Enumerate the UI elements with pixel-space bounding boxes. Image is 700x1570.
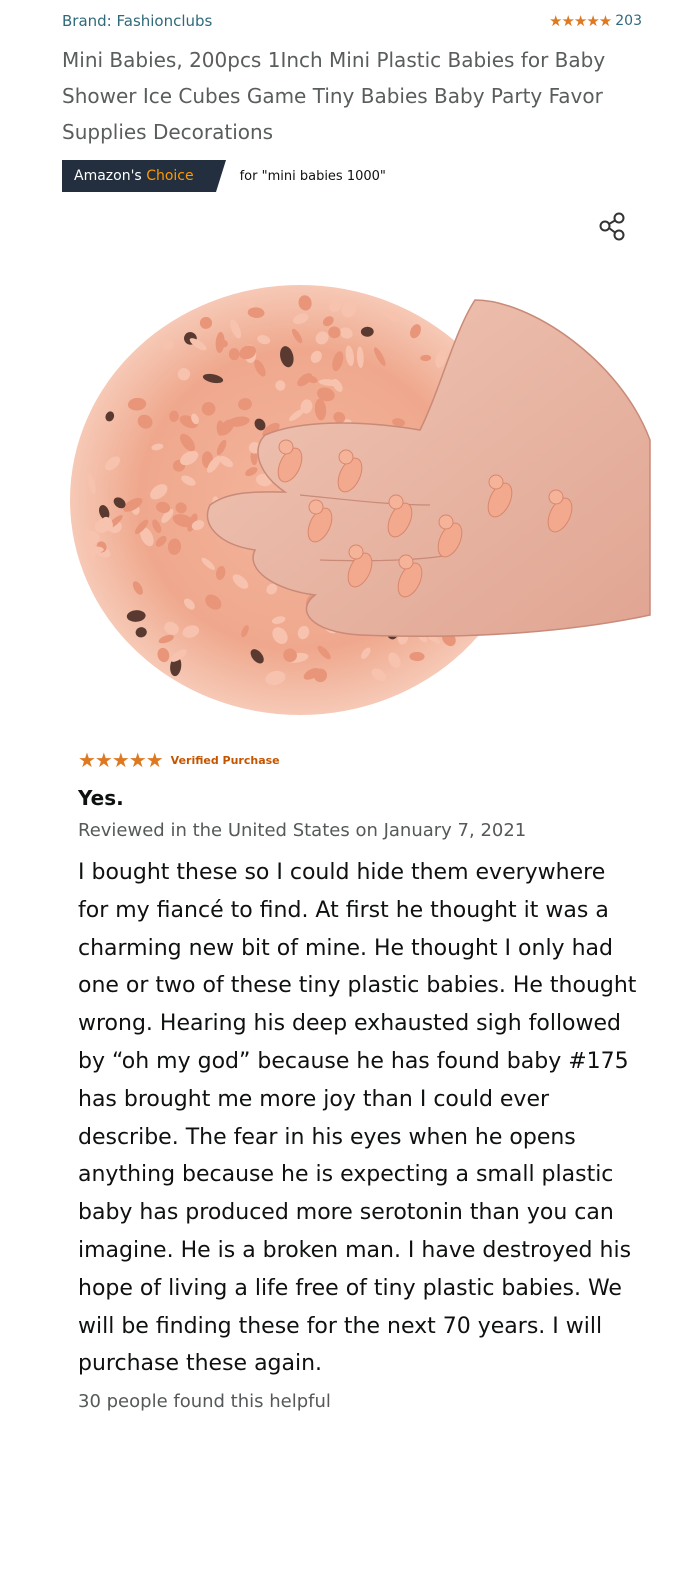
badge-accent-text: Choice [146,168,194,184]
amazons-choice-badge: Amazon's Choice [62,160,226,192]
product-header: Brand: Fashionclubs ★★★★★ 203 Mini Babie… [62,10,642,192]
review-title[interactable]: Yes. [78,784,638,812]
review-stars-icon: ★★★★★ [78,748,164,772]
share-icon[interactable] [594,208,630,244]
product-image[interactable] [60,270,660,730]
rating-count-link[interactable]: 203 [615,13,642,29]
verified-purchase-badge: Verified Purchase [170,753,280,767]
review-body: I bought these so I could hide them ever… [78,860,637,1377]
badge-query: for "mini babies 1000" [239,168,386,184]
brand-link[interactable]: Brand: Fashionclubs [62,12,212,30]
product-review-page: Brand: Fashionclubs ★★★★★ 203 Mini Babie… [0,0,700,1570]
badge-text: Amazon's [74,168,142,184]
amazons-choice-row: Amazon's Choice for "mini babies 1000" [62,160,386,192]
review-date: Reviewed in the United States on January… [78,820,527,841]
customer-review: ★★★★★ Verified Purchase Yes. Reviewed in… [78,746,638,1412]
product-rating[interactable]: ★★★★★ 203 [549,12,642,30]
rating-stars-icon: ★★★★★ [549,12,612,30]
review-rating-row: ★★★★★ Verified Purchase [78,746,638,774]
brand-row: Brand: Fashionclubs ★★★★★ 203 [62,10,642,36]
product-title: Mini Babies, 200pcs 1Inch Mini Plastic B… [62,48,606,144]
helpful-count: 30 people found this helpful [78,1391,331,1413]
